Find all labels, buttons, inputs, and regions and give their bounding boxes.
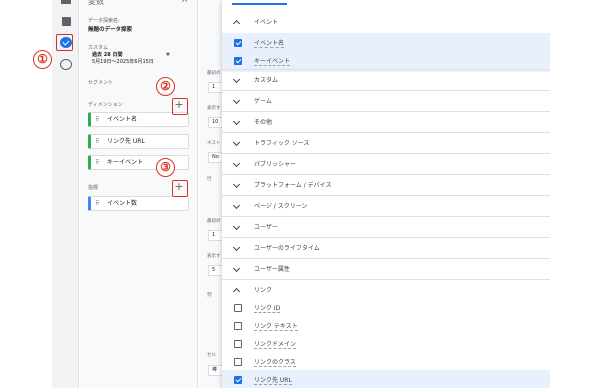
dropdown-row-text: トラフィック ソース [254,133,310,154]
close-icon[interactable]: × [181,0,189,5]
setting-label: ネスト [207,141,221,146]
active-tab-indicator [232,3,287,5]
advertising-icon[interactable] [60,59,72,70]
dropdown-row-text: パブリッシャー [254,154,296,175]
dropdown-row-text: カスタム [254,70,278,91]
dropdown-row-text: プラットフォーム / デバイス [254,175,331,196]
dropdown-option-label: リンク テキスト [254,323,298,331]
dimension-picker-dropdown: イベントイベント名キーイベント カスタムゲームその他トラフィック ソース パブリッシ… [222,0,550,388]
dropdown-option-label: リンク先 URL [254,377,292,385]
dropdown-row-text: ユーザー属性 [254,259,290,280]
date-custom-label: カスタム [88,45,109,51]
metric-chip[interactable]: ⠿ イベント数 [88,196,189,211]
dropdown-option-label: トラフィック ソース [254,140,310,147]
dropdown-group-header[interactable]: トラフィック ソース [222,132,550,153]
metric-label: 指標 [88,185,99,191]
dropdown-group-header[interactable]: その他 [222,111,550,132]
exploration-name-label: データ探索名: [88,18,120,24]
page-margin [550,0,600,388]
checkbox-checked-icon[interactable] [234,57,242,65]
dropdown-option-label: イベント名 [254,40,285,48]
variables-title: 変数 [88,0,104,6]
checkbox-icon[interactable] [234,358,242,366]
annotation-marker-3: ③ [156,158,175,177]
dropdown-option-label: ページ / スクリーン [254,203,308,210]
annotation-highlight-add-dimension [172,98,188,115]
setting-label: 表示す [207,254,221,259]
drag-handle-icon[interactable]: ⠿ [95,135,100,148]
reports-icon[interactable] [60,16,72,27]
dropdown-row-text: イベント [254,12,278,33]
setting-label: 最初の [207,219,221,224]
dropdown-group-header[interactable]: プラットフォーム / デバイス [222,174,550,195]
drag-handle-icon[interactable]: ⠿ [95,197,100,210]
dropdown-option-label: パブリッシャー [254,161,297,168]
dropdown-option-label: リンクのクラス [254,359,296,367]
checkbox-icon[interactable] [234,322,242,330]
dropdown-option-label: キーイベント [254,58,291,66]
dropdown-row-text: ユーザーのライフタイム [254,238,320,259]
exploration-name[interactable]: 無題のデータ探索 [88,25,132,33]
dropdown-group-header[interactable]: ゲーム [222,90,550,111]
checkbox-checked-icon[interactable] [234,39,242,47]
dropdown-group-header[interactable]: ユーザー属性 [222,258,550,279]
checkbox-icon[interactable] [234,340,242,348]
dropdown-row-text: ユーザー [254,217,278,238]
tab-settings-panel: 最初の 1 表示す 10 ネスト No 行 最初の 1 表示す 5 列 セル 棒 [199,0,228,388]
dropdown-group-header[interactable]: ユーザーのライフタイム [222,237,550,258]
chevron-down-icon: ▼ [166,52,170,58]
segment-label: セグメント [88,80,114,86]
annotation-marker-1: ① [33,50,52,69]
tab-bar [222,0,550,8]
dropdown-group-header[interactable]: ページ / スクリーン [222,195,550,216]
navigation-rail [52,0,79,388]
date-range-label: 過去 28 日間 [92,52,123,58]
dropdown-row-text: ページ / スクリーン [254,196,307,217]
dropdown-row-text: その他 [254,112,272,133]
dropdown-option-label: リンク ID [254,305,281,313]
setting-label: 行 [207,177,212,182]
dimension-chip[interactable]: ⠿ リンク先 URL [88,134,189,149]
dropdown-option-label: カスタム [254,77,279,84]
dropdown-option-label: その他 [254,119,273,126]
dimension-label: ディメンション [88,102,123,108]
dropdown-option-label: ユーザー属性 [254,266,290,273]
dropdown-option-label: イベント [254,19,279,26]
date-range: 5月19日～2025年6月15日 [92,59,154,65]
drag-handle-icon[interactable]: ⠿ [95,113,100,126]
dropdown-option-label: ユーザーのライフタイム [254,245,320,252]
annotation-highlight-add-metric [172,180,188,197]
dropdown-group-header[interactable]: ユーザー [222,216,550,237]
home-icon[interactable] [60,0,72,11]
setting-label: 最初の [207,71,221,76]
dropdown-option-label: リンク [254,287,273,294]
setting-label: セル [207,353,216,358]
dropdown-option[interactable]: リンク先 URL [222,370,550,388]
dropdown-row-text: ゲーム [254,91,272,112]
annotation-marker-2: ② [156,77,175,96]
dropdown-group-header[interactable]: カスタム [222,69,550,90]
dropdown-option-label: プラットフォーム / デバイス [254,182,332,189]
checkbox-checked-icon[interactable] [234,376,242,384]
checkbox-icon[interactable] [234,304,242,312]
annotation-highlight-explore [56,34,73,51]
setting-label: 表示す [207,106,221,111]
setting-label: 列 [207,293,212,298]
dropdown-option-label: リンクドメイン [254,341,297,349]
drag-handle-icon[interactable]: ⠿ [95,156,100,169]
dropdown-row-text: リンク先 URL [254,370,292,388]
dropdown-option-label: ユーザー [254,224,278,231]
dropdown-group-header[interactable]: リンク [222,279,550,300]
dropdown-group-header[interactable]: パブリッシャー [222,153,550,174]
dropdown-group-header[interactable]: イベント [222,12,550,33]
dropdown-option-label: ゲーム [254,98,272,105]
